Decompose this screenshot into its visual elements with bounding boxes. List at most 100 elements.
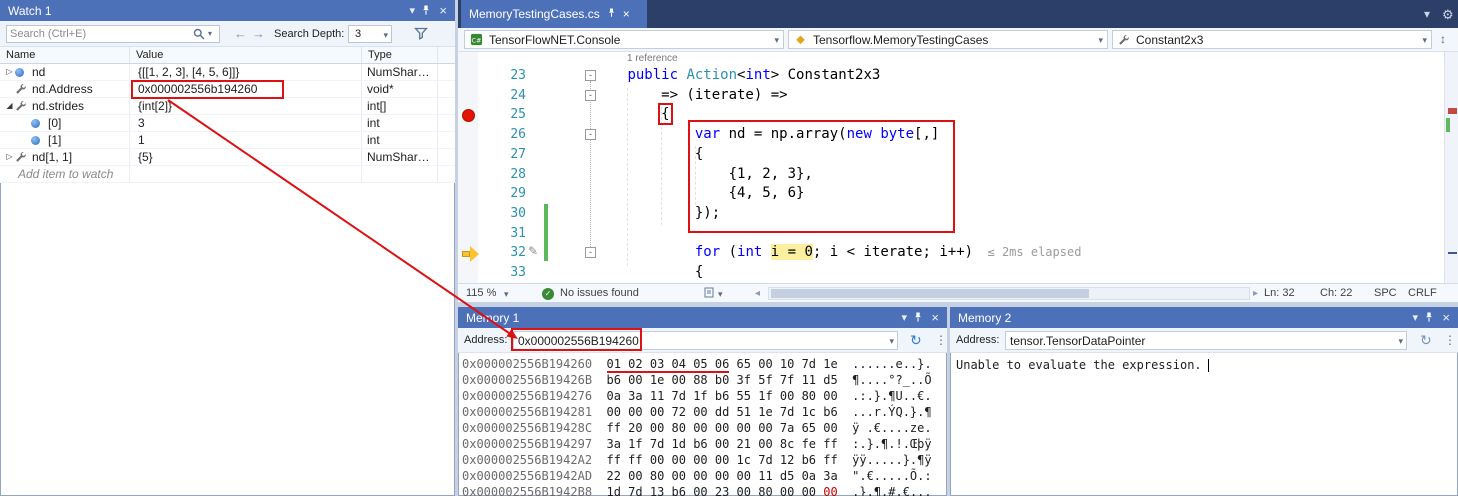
memory-ascii: ¶....°?_..Õ xyxy=(838,373,932,387)
toolbar-overflow-icon[interactable]: ⋮ xyxy=(1444,333,1456,347)
code-line[interactable]: {4, 5, 6} xyxy=(560,184,804,204)
watch-item-type: int xyxy=(362,115,438,131)
memory-row[interactable]: 0x000002556B194276 0a 3a 11 7d 1f b6 55 … xyxy=(462,388,932,404)
memory-row[interactable]: 0x000002556B194297 3a 1f 7d 1d b6 00 21 … xyxy=(462,436,932,452)
code-line[interactable]: { xyxy=(560,105,670,125)
watch-row[interactable]: ▷nd{[[1, 2, 3], [4, 5, 6]]}NumShar… xyxy=(0,64,455,81)
type-dropdown[interactable]: Tensorflow.MemoryTestingCases ▾ xyxy=(788,30,1108,49)
editor-vertical-scrollbar[interactable] xyxy=(1444,52,1458,283)
watch-row[interactable]: ◢nd.strides{int[2]}int[] xyxy=(0,98,455,115)
watch-column-headers[interactable]: Name Value Type xyxy=(0,47,455,64)
pin-icon[interactable] xyxy=(421,0,431,21)
close-icon[interactable]: × xyxy=(1442,307,1450,328)
add-item-label[interactable]: Add item to watch xyxy=(4,166,113,182)
window-position-icon[interactable]: ▾ xyxy=(901,307,907,328)
pin-icon[interactable] xyxy=(1424,307,1434,328)
refresh-icon[interactable]: ↻ xyxy=(910,333,922,347)
close-icon[interactable]: × xyxy=(931,307,939,328)
issues-check-icon[interactable]: ✓ xyxy=(542,288,554,300)
search-options-icon[interactable]: ▾ xyxy=(208,29,212,38)
code-line[interactable]: var nd = np.array(new byte[,] xyxy=(560,125,939,145)
memory1-titlebar[interactable]: Memory 1 ▾ × xyxy=(458,307,947,328)
watch-row[interactable]: [0]3int xyxy=(0,115,455,132)
tab-close-icon[interactable]: × xyxy=(623,7,630,21)
line-number: 31 xyxy=(482,224,526,244)
member-dropdown[interactable]: Constant2x3 ▾ xyxy=(1112,30,1432,49)
memory-ascii: ÿ .€....ze. xyxy=(838,421,932,435)
scrollbar-thumb[interactable] xyxy=(771,289,1089,298)
search-icon[interactable] xyxy=(193,28,205,43)
collapse-region-icon[interactable]: - xyxy=(585,70,596,81)
memory-row[interactable]: 0x000002556B19426B b6 00 1e 00 88 b0 3f … xyxy=(462,372,932,388)
expand-icon[interactable]: ▷ xyxy=(4,64,15,80)
chevron-down-icon[interactable]: ▾ xyxy=(1398,336,1403,347)
search-box: ▾ xyxy=(6,25,220,43)
watch-item-type: int[] xyxy=(362,98,438,114)
column-header-value[interactable]: Value xyxy=(130,47,362,63)
watch-row[interactable]: ▷nd[1, 1]{5}NumShar… xyxy=(0,149,455,166)
collapse-region-icon[interactable]: - xyxy=(585,129,596,140)
close-icon[interactable]: × xyxy=(439,0,447,21)
column-header-name[interactable]: Name xyxy=(0,47,130,63)
current-statement-arrow-icon xyxy=(462,251,470,257)
collapse-region-icon[interactable]: - xyxy=(585,90,596,101)
memory1-address-input[interactable] xyxy=(514,332,897,349)
search-input[interactable] xyxy=(10,26,190,42)
chevron-down-icon[interactable]: ▾ xyxy=(889,336,894,347)
project-dropdown[interactable]: C# TensorFlowNET.Console ▾ xyxy=(464,30,784,49)
tab-pin-icon[interactable] xyxy=(607,7,616,22)
toolbar-overflow-icon[interactable]: ⋮ xyxy=(935,333,947,347)
watch-row[interactable]: nd.Address0x000002556b194260void* xyxy=(0,81,455,98)
scroll-right-icon[interactable]: ▸ xyxy=(1253,288,1258,299)
watch-titlebar[interactable]: Watch 1 ▾ × xyxy=(0,0,455,21)
expand-icon[interactable]: ▷ xyxy=(4,149,15,165)
memory-ascii: .:.}.¶U..€. xyxy=(838,389,932,403)
memory-row[interactable]: 0x000002556B1942AD 22 00 80 00 00 00 00 … xyxy=(462,468,932,484)
filter-icon[interactable] xyxy=(414,27,429,43)
code-line[interactable]: { xyxy=(560,145,703,165)
memory1-address-combo[interactable]: ▾ xyxy=(513,331,898,350)
memory2-titlebar[interactable]: Memory 2 ▾ × xyxy=(950,307,1458,328)
split-window-icon[interactable]: ↕ xyxy=(1440,32,1446,46)
status-eol[interactable]: CRLF xyxy=(1408,287,1437,299)
code-line[interactable]: for (int i = 0; i < iterate; i++) ≤ 2ms … xyxy=(560,243,1081,263)
refresh-icon[interactable]: ↻ xyxy=(1420,333,1432,347)
collapse-region-icon[interactable]: - xyxy=(585,247,596,258)
editor-horizontal-scrollbar[interactable] xyxy=(768,287,1250,300)
line-number: 26 xyxy=(482,125,526,145)
status-spaces[interactable]: SPC xyxy=(1374,287,1397,299)
window-position-icon[interactable]: ▾ xyxy=(1412,307,1418,328)
memory-row[interactable]: 0x000002556B1942A2 ff ff 00 00 00 00 1c … xyxy=(462,452,932,468)
memory-row[interactable]: 0x000002556B19428C ff 20 00 80 00 00 00 … xyxy=(462,420,932,436)
search-prev-icon[interactable]: ← xyxy=(234,26,247,41)
issues-status[interactable]: No issues found xyxy=(560,287,639,299)
memory-row[interactable]: 0x000002556B1942B8 1d 7d 13 b6 00 23 00 … xyxy=(462,484,932,496)
watch-add-item[interactable]: Add item to watch xyxy=(0,166,455,183)
memory-row[interactable]: 0x000002556B194260 01 02 03 04 05 06 65 … xyxy=(462,356,932,372)
breakpoint-icon[interactable] xyxy=(462,109,475,122)
gear-icon[interactable]: ⚙ xyxy=(1442,7,1454,23)
memory-row-address: 0x000002556B194260 xyxy=(462,357,607,371)
code-line[interactable]: { xyxy=(560,263,703,283)
code-area[interactable]: 1 reference 23 public Action<int> Consta… xyxy=(458,52,1458,283)
codelens-references[interactable]: 1 reference xyxy=(627,53,678,64)
code-line[interactable]: public Action<int> Constant2x3 xyxy=(560,66,880,86)
member-name: Constant2x3 xyxy=(1136,33,1203,47)
document-health-icon[interactable] xyxy=(704,287,714,301)
tab-list-icon[interactable]: ▾ xyxy=(1424,7,1430,21)
search-next-icon[interactable]: → xyxy=(252,26,265,41)
window-position-icon[interactable]: ▾ xyxy=(409,0,415,21)
memory2-address-input[interactable] xyxy=(1006,332,1406,349)
zoom-control[interactable]: 115 % xyxy=(466,287,496,299)
column-header-type[interactable]: Type xyxy=(362,47,438,63)
watch-row[interactable]: [1]1int xyxy=(0,132,455,149)
pin-icon[interactable] xyxy=(913,307,923,328)
search-depth-select[interactable]: 3 ▾ xyxy=(348,25,392,43)
document-tab[interactable]: MemoryTestingCases.cs × xyxy=(461,0,647,28)
collapse-icon[interactable]: ◢ xyxy=(4,98,15,114)
code-line[interactable]: }); xyxy=(560,204,720,224)
scroll-left-icon[interactable]: ◂ xyxy=(755,288,760,299)
memory2-address-combo[interactable]: ▾ xyxy=(1005,331,1407,350)
memory-row[interactable]: 0x000002556B194281 00 00 00 72 00 dd 51 … xyxy=(462,404,932,420)
code-line[interactable]: {1, 2, 3}, xyxy=(560,165,813,185)
